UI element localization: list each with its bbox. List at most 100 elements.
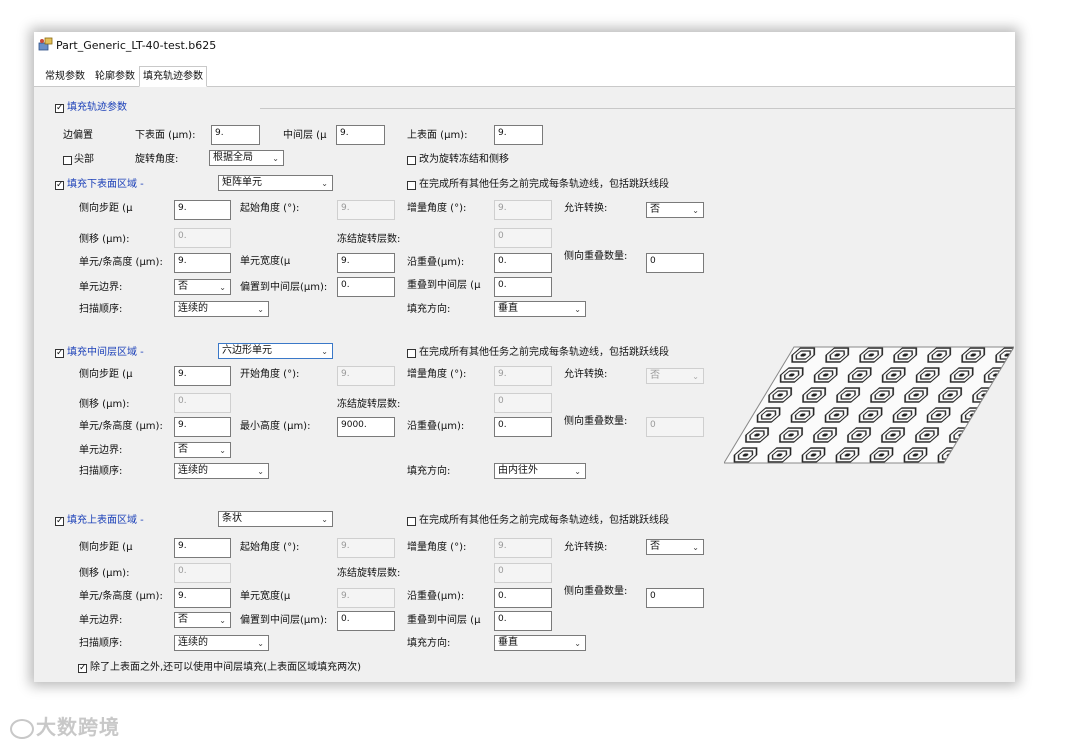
lower-surface-offset-input[interactable]: 9. xyxy=(211,125,260,145)
lower-cell-width-input[interactable]: 9. xyxy=(337,253,395,273)
lower-scan-order-select[interactable]: 连续的 ⌄ xyxy=(174,301,269,317)
rotation-angle-select[interactable]: 根据全局 ⌄ xyxy=(209,150,284,166)
upper-surface-offset-input[interactable]: 9. xyxy=(494,125,543,145)
upper-cell-height-input[interactable]: 9. xyxy=(174,588,231,608)
fill-params-label: 填充轨迹参数 xyxy=(67,102,127,113)
tab-contour[interactable]: 轮廓参数 xyxy=(92,68,138,85)
upper-fill-dir-label: 填充方向: xyxy=(407,638,451,649)
upper-allow-switch-select[interactable]: 否 ⌄ xyxy=(646,539,704,555)
upper-side-overlap-input[interactable]: 0 xyxy=(646,588,704,608)
upper-side-overlap-label: 侧向重叠数量: xyxy=(564,586,628,597)
upper-overlap-input[interactable]: 0. xyxy=(494,588,552,608)
fill-params-checkbox[interactable] xyxy=(55,102,64,114)
lower-surface-label: 下表面 (μm): xyxy=(135,130,196,141)
lower-cell-width-label: 单元宽度(μ xyxy=(240,256,291,267)
upper-complete-checkbox[interactable] xyxy=(407,517,416,526)
tab-general[interactable]: 常规参数 xyxy=(42,68,88,85)
chevron-down-icon: ⌄ xyxy=(219,283,226,292)
chevron-down-icon: ⌄ xyxy=(257,305,264,314)
upper-pattern-select[interactable]: 条状 ⌄ xyxy=(218,511,333,527)
mid-cell-border-label: 单元边界: xyxy=(79,445,123,456)
chevron-down-icon: ⌄ xyxy=(692,206,699,215)
lower-complete-checkbox[interactable] xyxy=(407,181,416,190)
upper-increment-angle-input[interactable]: 9. xyxy=(494,538,552,558)
mid-side-overlap-input[interactable]: 0 xyxy=(646,417,704,437)
mid-cell-border-select[interactable]: 否 ⌄ xyxy=(174,442,231,458)
mid-hatch-spacing-input[interactable]: 9. xyxy=(174,366,231,386)
lower-allow-switch-select[interactable]: 否 ⌄ xyxy=(646,202,704,218)
upper-cell-height-label: 单元/条高度 (μm): xyxy=(79,591,163,602)
lower-side-overlap-input[interactable]: 0 xyxy=(646,253,704,273)
chevron-down-icon: ⌄ xyxy=(574,639,581,648)
lower-overlap-mid-input[interactable]: 0. xyxy=(494,277,552,297)
lower-cell-height-input[interactable]: 9. xyxy=(174,253,231,273)
rotate-freeze-checkbox[interactable] xyxy=(407,156,416,165)
mid-increment-angle-label: 增量角度 (°): xyxy=(407,369,467,380)
watermark: 大数跨境 xyxy=(10,711,120,740)
lower-side-overlap-label: 侧向重叠数量: xyxy=(564,251,628,262)
lower-pattern-select[interactable]: 矩阵单元 ⌄ xyxy=(218,175,333,191)
tip-checkbox[interactable] xyxy=(63,156,72,165)
mid-side-shift-input[interactable]: 0. xyxy=(174,393,231,413)
upper-hatch-spacing-label: 侧向步距 (μ xyxy=(79,542,133,553)
lower-freeze-layers-input[interactable]: 0 xyxy=(494,228,552,248)
lower-increment-angle-input[interactable]: 9. xyxy=(494,200,552,220)
upper-cell-border-label: 单元边界: xyxy=(79,615,123,626)
mid-layer-offset-input[interactable]: 9. xyxy=(336,125,385,145)
lower-region-checkbox[interactable] xyxy=(55,179,64,191)
lower-fill-dir-label: 填充方向: xyxy=(407,304,451,315)
lower-start-angle-label: 起始角度 (°): xyxy=(240,203,300,214)
mid-fill-dir-select[interactable]: 由内往外 ⌄ xyxy=(494,463,586,479)
lower-fill-dir-select[interactable]: 垂直 ⌄ xyxy=(494,301,586,317)
mid-increment-angle-input[interactable]: 9. xyxy=(494,366,552,386)
mid-start-angle-input[interactable]: 9. xyxy=(337,366,395,386)
upper-hatch-spacing-input[interactable]: 9. xyxy=(174,538,231,558)
mid-pattern-select[interactable]: 六边形单元 ⌄ xyxy=(218,343,333,359)
lower-side-shift-input[interactable]: 0. xyxy=(174,228,231,248)
upper-overlap-mid-input[interactable]: 0. xyxy=(494,611,552,631)
section-divider xyxy=(260,108,1015,109)
upper-increment-angle-label: 增量角度 (°): xyxy=(407,542,467,553)
upper-start-angle-input[interactable]: 9. xyxy=(337,538,395,558)
lower-region-header: 填充下表面区域 - xyxy=(67,179,144,190)
mid-layer-label: 中间层 (μ xyxy=(283,130,327,141)
upper-fill-dir-select[interactable]: 垂直 ⌄ xyxy=(494,635,586,651)
lower-overlap-input[interactable]: 0. xyxy=(494,253,552,273)
upper-region-checkbox[interactable] xyxy=(55,515,64,527)
mid-complete-label: 在完成所有其他任务之前完成每条轨迹线，包括跳跃线段 xyxy=(419,347,669,358)
lower-hatch-spacing-input[interactable]: 9. xyxy=(174,200,231,220)
lower-side-shift-label: 侧移 (μm): xyxy=(79,234,130,245)
mid-region-checkbox[interactable] xyxy=(55,347,64,359)
upper-overlap-label: 沿重叠(μm): xyxy=(407,591,465,602)
upper-cell-border-select[interactable]: 否 ⌄ xyxy=(174,612,231,628)
mid-min-height-input[interactable]: 9000. xyxy=(337,417,395,437)
upper-offset-mid-label: 偏置到中间层(μm): xyxy=(240,615,328,626)
lower-cell-border-label: 单元边界: xyxy=(79,282,123,293)
rotate-freeze-label: 改为旋转冻结和侧移 xyxy=(419,154,509,165)
mid-cell-height-input[interactable]: 9. xyxy=(174,417,231,437)
upper-offset-mid-input[interactable]: 0. xyxy=(337,611,395,631)
mid-scan-order-select[interactable]: 连续的 ⌄ xyxy=(174,463,269,479)
lower-offset-mid-input[interactable]: 0. xyxy=(337,277,395,297)
mid-start-angle-label: 开始角度 (°): xyxy=(240,369,300,380)
upper-extra-checkbox[interactable] xyxy=(78,662,87,674)
upper-scan-order-select[interactable]: 连续的 ⌄ xyxy=(174,635,269,651)
lower-start-angle-input[interactable]: 9. xyxy=(337,200,395,220)
mid-cell-height-label: 单元/条高度 (μm): xyxy=(79,421,163,432)
mid-freeze-layers-input[interactable]: 0 xyxy=(494,393,552,413)
mid-overlap-input[interactable]: 0. xyxy=(494,417,552,437)
upper-cell-width-input[interactable]: 9. xyxy=(337,588,395,608)
upper-overlap-mid-label: 重叠到中间层 (μ xyxy=(407,615,481,626)
mid-allow-switch-select[interactable]: 否 ⌄ xyxy=(646,368,704,384)
hexagon-fill-preview xyxy=(724,346,1014,464)
lower-cell-border-select[interactable]: 否 ⌄ xyxy=(174,279,231,295)
upper-complete-label: 在完成所有其他任务之前完成每条轨迹线，包括跳跃线段 xyxy=(419,515,669,526)
tab-fill-track[interactable]: 填充轨迹参数 xyxy=(139,66,207,87)
mid-complete-checkbox[interactable] xyxy=(407,349,416,358)
upper-side-shift-input[interactable]: 0. xyxy=(174,563,231,583)
upper-freeze-layers-input[interactable]: 0 xyxy=(494,563,552,583)
mid-side-shift-label: 侧移 (μm): xyxy=(79,399,130,410)
mid-overlap-label: 沿重叠(μm): xyxy=(407,421,465,432)
mid-fill-dir-label: 填充方向: xyxy=(407,466,451,477)
lower-overlap-mid-label: 重叠到中间层 (μ xyxy=(407,280,481,291)
